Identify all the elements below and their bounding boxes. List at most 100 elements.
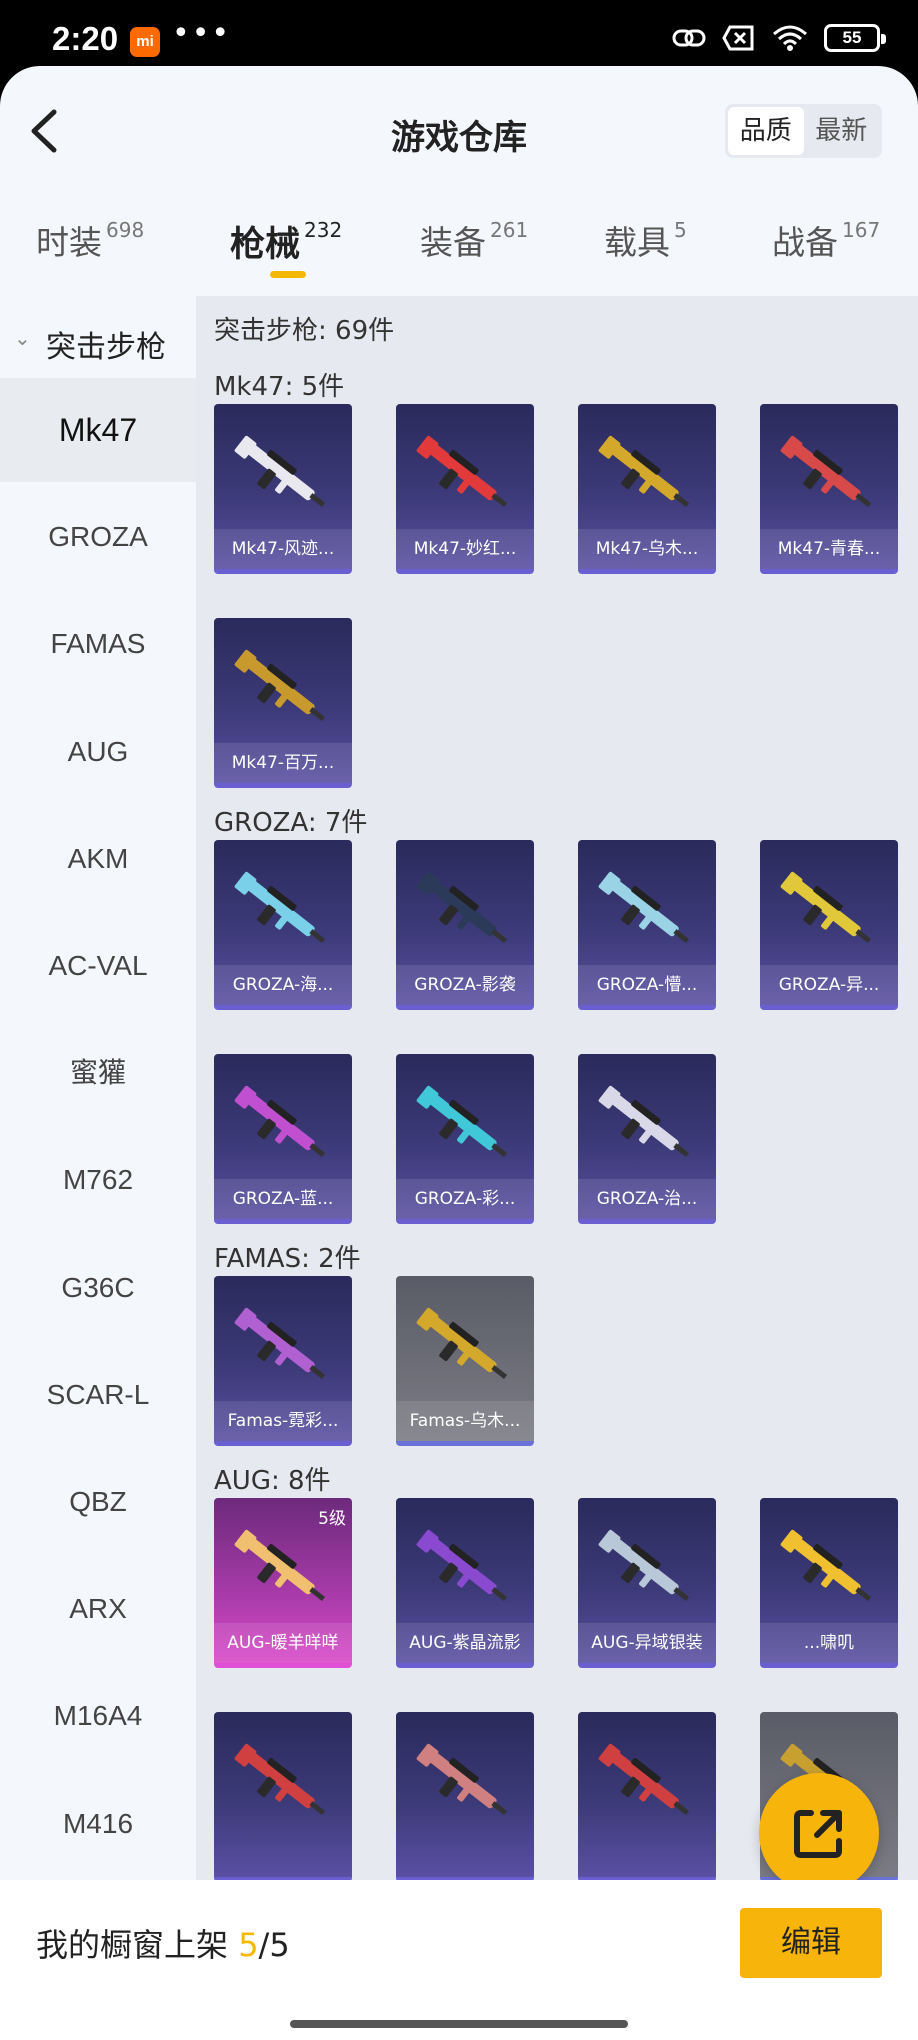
sort-toggle: 品质 最新 — [725, 104, 882, 158]
gun-skin-icon — [780, 871, 872, 943]
item-name: GROZA-治... — [578, 1179, 716, 1219]
tab-label: 载具 — [604, 223, 670, 262]
tab-label: 枪械 — [230, 225, 301, 265]
item-name: Mk47-乌木... — [578, 529, 716, 569]
item-name: GROZA-海... — [214, 965, 352, 1005]
item-card[interactable]: GROZA-影袭 — [396, 840, 534, 1010]
tab-equipment[interactable]: 装备 261 — [420, 216, 528, 292]
showcase-total-count: /5 — [258, 1926, 290, 1964]
edit-button[interactable]: 编辑 — [740, 1908, 882, 1978]
wifi-icon — [773, 25, 807, 51]
sidebar-item[interactable]: AKM — [0, 807, 196, 911]
more-notifications-icon: ••• — [172, 16, 232, 51]
gun-skin-icon — [780, 435, 872, 507]
item-card[interactable] — [578, 1712, 716, 1882]
sidebar-category-label: 突击步枪 — [46, 330, 166, 365]
gun-skin-icon — [416, 1529, 508, 1601]
battery-icon: 55 — [824, 24, 886, 52]
item-card[interactable]: Mk47-百万... — [214, 618, 352, 788]
home-indicator[interactable] — [290, 2020, 628, 2028]
sidebar-item[interactable]: AUG — [0, 700, 196, 804]
sort-quality-button[interactable]: 品质 — [728, 107, 804, 155]
item-card[interactable]: GROZA-懵... — [578, 840, 716, 1010]
item-card[interactable]: 5级 AUG-暖羊咩咩 — [214, 1498, 352, 1668]
sidebar-item[interactable]: QBZ — [0, 1450, 196, 1554]
item-card[interactable]: GROZA-蓝... — [214, 1054, 352, 1224]
tab-count: 232 — [304, 218, 343, 242]
item-name: Famas-乌木... — [396, 1401, 534, 1441]
item-card[interactable]: GROZA-海... — [214, 840, 352, 1010]
section-label: FAMAS: 2件 — [214, 1244, 361, 1274]
link-icon — [672, 29, 706, 47]
item-level-badge: 5级 — [318, 1509, 346, 1529]
item-name: GROZA-影袭 — [396, 965, 534, 1005]
item-card[interactable]: ...啸叽 — [760, 1498, 898, 1668]
tab-vehicles[interactable]: 载具 5 — [604, 216, 687, 292]
share-button[interactable] — [759, 1773, 879, 1893]
tab-label: 战备 — [772, 223, 838, 262]
tab-fashion[interactable]: 时装 698 — [36, 216, 144, 292]
item-card[interactable]: AUG-异域银装 — [578, 1498, 716, 1668]
showcase-current-count: 5 — [238, 1926, 259, 1964]
gun-skin-icon — [234, 435, 326, 507]
mi-icon: mi — [130, 27, 160, 57]
showcase-label: 我的橱窗上架 — [36, 1926, 229, 1964]
tab-battle-gear[interactable]: 战备 167 — [772, 216, 880, 292]
sidebar-item[interactable]: FAMAS — [0, 592, 196, 696]
gun-skin-icon — [416, 1743, 508, 1815]
showcase-status: 我的橱窗上架 5/5 — [36, 1920, 290, 1966]
gun-skin-icon — [234, 1307, 326, 1379]
sidebar-item[interactable]: G36C — [0, 1236, 196, 1340]
item-card[interactable]: Mk47-青春... — [760, 404, 898, 574]
item-card[interactable]: GROZA-彩... — [396, 1054, 534, 1224]
category-tabs: 时装 698 枪械 232 装备 261 载具 5 战备 167 — [0, 216, 918, 292]
tab-count: 5 — [674, 218, 687, 242]
tab-label: 装备 — [420, 223, 486, 262]
item-card[interactable]: Famas-乌木... — [396, 1276, 534, 1446]
gun-skin-icon — [598, 1529, 690, 1601]
item-card[interactable] — [396, 1712, 534, 1882]
gun-skin-icon — [598, 1743, 690, 1815]
gun-skin-icon — [598, 871, 690, 943]
sidebar-item[interactable]: SCAR-L — [0, 1343, 196, 1447]
item-name: Famas-霓彩... — [214, 1401, 352, 1441]
status-time: 2:20 — [52, 20, 119, 57]
item-name: GROZA-蓝... — [214, 1179, 352, 1219]
item-card[interactable]: Mk47-乌木... — [578, 404, 716, 574]
sidebar-item[interactable]: Mk47 — [0, 378, 196, 482]
sort-newest-button[interactable]: 最新 — [804, 107, 880, 155]
tab-count: 698 — [106, 218, 145, 242]
sidebar-category[interactable]: ⌄ 突击步枪 — [0, 296, 196, 386]
gun-skin-icon — [416, 1307, 508, 1379]
item-card[interactable]: Mk47-妙红... — [396, 404, 534, 574]
sidebar-item[interactable]: 蜜獾 — [0, 1021, 196, 1125]
share-icon — [794, 1810, 842, 1858]
sidebar-item[interactable]: AC-VAL — [0, 914, 196, 1018]
app-window: 游戏仓库 品质 最新 时装 698 枪械 232 装备 261 载具 5 战备 167 ⌄… — [0, 66, 918, 2040]
gun-skin-icon — [416, 435, 508, 507]
tab-guns[interactable]: 枪械 232 — [230, 216, 342, 292]
item-name: GROZA-懵... — [578, 965, 716, 1005]
item-card[interactable]: AUG-紫晶流影 — [396, 1498, 534, 1668]
section-label: Mk47: 5件 — [214, 372, 345, 402]
gun-skin-icon — [234, 1085, 326, 1157]
item-card[interactable] — [214, 1712, 352, 1882]
tab-count: 261 — [490, 218, 529, 242]
sidebar-item[interactable]: M762 — [0, 1128, 196, 1232]
sidebar-item[interactable]: GROZA — [0, 485, 196, 589]
item-card[interactable]: GROZA-治... — [578, 1054, 716, 1224]
item-card[interactable]: GROZA-异... — [760, 840, 898, 1010]
item-name: Mk47-风迹... — [214, 529, 352, 569]
sidebar-item[interactable]: M416 — [0, 1772, 196, 1876]
item-card[interactable]: Mk47-风迹... — [214, 404, 352, 574]
total-count-label: 突击步枪: 69件 — [214, 316, 395, 346]
header: 游戏仓库 品质 最新 — [0, 66, 918, 196]
item-name: Mk47-妙红... — [396, 529, 534, 569]
gun-skin-icon — [598, 1085, 690, 1157]
gun-skin-icon — [598, 435, 690, 507]
sidebar-item[interactable]: M16A4 — [0, 1664, 196, 1768]
item-card[interactable]: Famas-霓彩... — [214, 1276, 352, 1446]
no-sim-icon — [722, 25, 754, 51]
sidebar: ⌄ 突击步枪 Mk47 GROZA FAMAS AUG AKM AC-VAL 蜜獾 M762 G… — [0, 296, 196, 1946]
sidebar-item[interactable]: ARX — [0, 1557, 196, 1661]
